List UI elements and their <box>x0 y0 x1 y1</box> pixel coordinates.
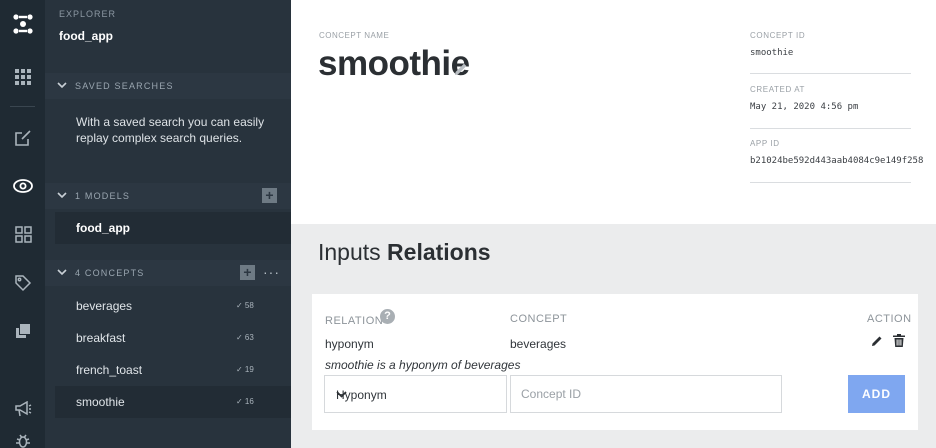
list-item[interactable]: beverages ✓ 58 <box>55 290 291 322</box>
concept-id-block: CONCEPT ID smoothie <box>750 31 911 58</box>
list-item[interactable]: breakfast ✓ 63 <box>55 322 291 354</box>
saved-searches-title: SAVED SEARCHES <box>75 81 174 91</box>
saved-searches-header[interactable]: SAVED SEARCHES <box>45 73 291 99</box>
concept-name-label: CONCEPT NAME <box>319 31 390 40</box>
list-item[interactable]: food_app <box>55 212 291 244</box>
divider <box>750 73 911 74</box>
created-at-value: May 21, 2020 4:56 pm <box>750 102 859 112</box>
app-id-block: APP ID b21024be592d443aab4084c9e149f258 <box>750 139 924 166</box>
concept-count: ✓ 63 <box>236 333 254 342</box>
list-item[interactable]: french_toast ✓ 19 <box>55 354 291 386</box>
divider <box>750 128 911 129</box>
explorer-app-name[interactable]: food_app <box>59 29 113 43</box>
grid-icon[interactable] <box>12 66 34 88</box>
concept-id-label: CONCEPT ID <box>750 31 806 40</box>
concept-count: ✓ 19 <box>236 365 254 374</box>
bug-icon[interactable] <box>12 430 34 448</box>
pencil-icon[interactable] <box>454 62 470 78</box>
dashboard-icon[interactable] <box>12 223 34 245</box>
concept-id-input[interactable] <box>510 375 782 413</box>
relation-type-select[interactable]: Hyponym <box>324 375 507 413</box>
saved-searches-description: With a saved search you can easily repla… <box>76 115 265 145</box>
concept-column-header: CONCEPT <box>510 313 568 325</box>
list-item-selected[interactable]: smoothie ✓ 16 <box>55 386 291 418</box>
app-id-value: b21024be592d443aab4084c9e149f258 <box>750 156 924 166</box>
rail-divider <box>10 106 35 107</box>
concept-count: ✓ 16 <box>236 397 254 406</box>
created-at-label: CREATED AT <box>750 85 806 94</box>
action-column-header: ACTION <box>867 313 912 325</box>
chevron-down-icon <box>45 190 75 202</box>
model-label: food_app <box>76 221 130 235</box>
models-title: 1 MODELS <box>75 191 131 201</box>
concept-label: beverages <box>76 299 133 313</box>
app-id-label: APP ID <box>750 139 780 148</box>
edit-icon[interactable] <box>12 127 34 149</box>
concept-cell: beverages <box>510 337 567 351</box>
help-icon[interactable]: ? <box>380 309 395 324</box>
relations-card: RELATION ? CONCEPT ACTION hyponym bevera… <box>312 294 918 430</box>
concept-label: smoothie <box>76 395 125 409</box>
models-header[interactable]: 1 MODELS <box>45 183 291 209</box>
explorer-sidebar: EXPLORER food_app SAVED SEARCHES With a … <box>45 0 291 448</box>
clarifai-logo-icon[interactable] <box>11 12 35 36</box>
concepts-title: 4 CONCEPTS <box>75 268 145 278</box>
concept-label: breakfast <box>76 331 126 345</box>
add-concept-button[interactable]: + <box>240 265 255 280</box>
concept-header-panel: CONCEPT NAME smoothie CONCEPT ID smoothi… <box>291 0 936 224</box>
created-at-block: CREATED AT May 21, 2020 4:56 pm <box>750 85 911 112</box>
concept-count: ✓ 58 <box>236 301 254 310</box>
concept-id-value: smoothie <box>750 48 794 58</box>
trash-icon[interactable] <box>893 334 907 348</box>
tag-icon[interactable] <box>12 272 34 294</box>
chevron-down-icon <box>45 80 75 92</box>
pencil-icon[interactable] <box>871 334 885 348</box>
icon-rail <box>0 0 45 448</box>
section-title-prefix: Inputs <box>318 239 381 265</box>
relation-column-header: RELATION <box>325 315 384 327</box>
chevron-down-icon <box>45 267 75 279</box>
section-title-main: Relations <box>387 239 491 265</box>
more-icon[interactable]: ··· <box>263 264 280 280</box>
copy-icon[interactable] <box>12 320 34 342</box>
add-model-button[interactable]: + <box>262 188 277 203</box>
add-relation-button[interactable]: ADD <box>848 375 905 413</box>
section-title: Inputs Relations <box>318 239 491 266</box>
chevron-down-icon <box>336 387 494 401</box>
relation-cell: hyponym <box>325 337 374 351</box>
page-title: smoothie <box>318 44 470 83</box>
relation-description: smoothie is a hyponym of beverages <box>325 358 521 372</box>
eye-icon[interactable] <box>12 175 34 197</box>
megaphone-icon[interactable] <box>12 398 34 420</box>
divider <box>750 182 911 183</box>
explorer-label: EXPLORER <box>59 9 117 19</box>
concept-label: french_toast <box>76 363 143 377</box>
